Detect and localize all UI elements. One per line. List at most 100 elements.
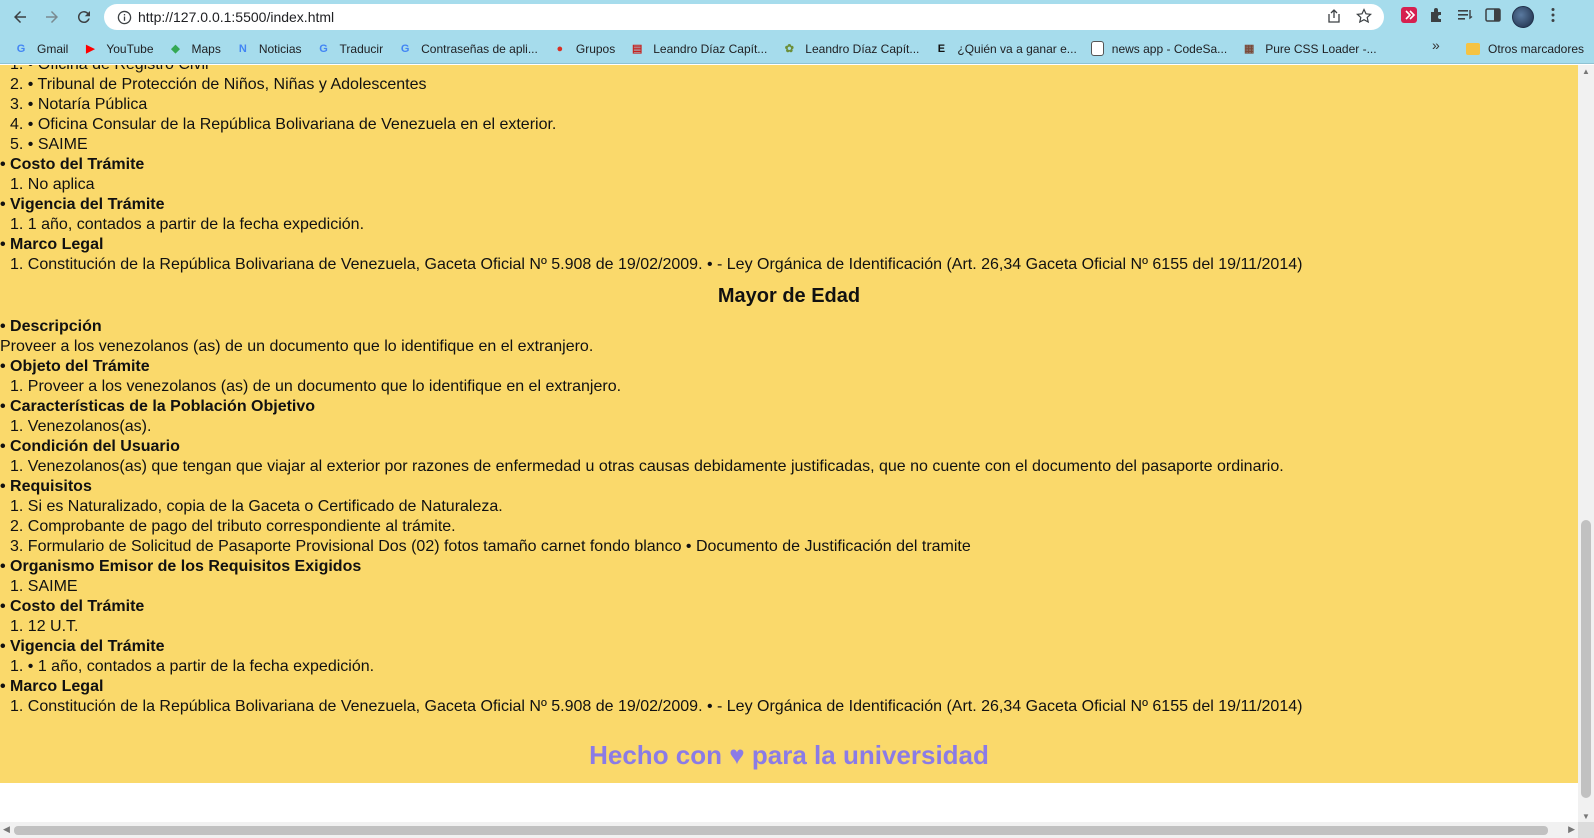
bookmark-label: Contraseñas de apli... [421,41,538,56]
extension-red-icon[interactable] [1400,6,1418,29]
list-item: 1. Constitución de la República Bolivari… [10,698,1303,715]
horizontal-scroll-thumb[interactable] [14,826,1548,835]
bookmark-item[interactable]: ✿ Leandro Díaz Capít... [776,37,924,61]
list-item: 1. Venezolanos(as) que tengan que viajar… [10,458,1284,475]
bookmark-label: YouTube [106,41,154,56]
bookmarks-list: G Gmail ▶ YouTube ◆ Maps N Noticias G Traducir G Co… [0,37,1386,61]
back-button[interactable] [4,1,36,33]
share-icon[interactable] [1326,8,1342,29]
reading-list-icon[interactable] [1456,6,1474,29]
bookmark-item[interactable]: G Contraseñas de apli... [392,37,543,61]
bookmark-item[interactable]: G Gmail [8,37,73,61]
translate-icon: G [319,42,328,55]
scrollbar-corner [1578,822,1594,838]
folder-icon [1466,43,1480,55]
field-heading: • Vigencia del Trámite [0,638,165,655]
reload-icon [77,11,90,24]
book-icon: ▤ [632,43,643,55]
section-title: Mayor de Edad [717,285,861,307]
tramite-block-menor: 1. • Oficina de Registro Civil2. • Tribu… [0,65,1578,275]
browser-menu-icon[interactable] [1544,6,1562,29]
list-item: 3. • Notaría Pública [10,96,148,113]
bookmark-item[interactable]: news app - CodeSa... [1086,37,1232,61]
url-text[interactable]: http://127.0.0.1:5500/index.html [138,9,334,25]
field-heading: • Organismo Emisor de los Requisitos Exi… [0,558,362,575]
bookmark-label: Traducir [339,41,384,56]
reload-button[interactable] [68,1,100,33]
field-heading: • Costo del Trámite [0,156,145,173]
blank-page-icon [1090,41,1104,56]
bookmark-label: news app - CodeSa... [1111,41,1228,56]
bookmark-item[interactable]: N Noticias [230,37,307,61]
bookmark-star-icon[interactable] [1356,8,1372,29]
scroll-up-arrow-icon[interactable]: ▲ [1582,67,1590,76]
bookmark-item[interactable]: E ¿Quién va a ganar e... [928,37,1081,61]
bookmark-label: Maps [191,41,221,56]
field-heading: • Características de la Población Objeti… [0,398,316,415]
field-heading: • Objeto del Trámite [0,358,150,375]
bookmark-item[interactable]: ▶ YouTube [77,37,158,61]
groups-icon: ● [556,42,564,55]
profile-avatar[interactable] [1512,6,1534,28]
side-panel-icon[interactable] [1484,6,1502,29]
news-icon: N [238,42,247,55]
bookmark-item[interactable]: ▦ Pure CSS Loader -... [1236,37,1381,61]
list-item: 4. • Oficina Consular de la República Bo… [10,116,557,133]
e-icon: E [937,42,946,55]
scroll-left-arrow-icon[interactable]: ◀ [3,824,10,835]
scroll-down-arrow-icon[interactable]: ▼ [1582,812,1590,821]
arrow-left-icon [14,11,26,23]
list-item: 1. 12 U.T. [10,618,79,635]
bookmark-item[interactable]: G Traducir [311,37,389,61]
address-bar[interactable]: http://127.0.0.1:5500/index.html [104,4,1384,30]
list-item: 1. 1 año, contados a partir de la fecha … [10,216,365,233]
bookmark-label: Gmail [37,41,69,56]
field-heading: • Marco Legal [0,678,104,695]
extensions-puzzle-icon[interactable] [1428,6,1446,29]
google-g-icon: G [400,42,410,55]
field-heading: • Marco Legal [0,236,104,253]
bookmark-label: Grupos [575,41,616,56]
list-item: 1. Si es Naturalizado, copia de la Gacet… [10,498,503,515]
paragraph: Proveer a los venezolanos (as) de un doc… [0,338,594,355]
bookmark-item[interactable]: ● Grupos [547,37,620,61]
arrow-right-icon [46,11,58,23]
bookmark-label: Pure CSS Loader -... [1265,41,1377,56]
bookmark-item[interactable]: ▤ Leandro Díaz Capít... [624,37,772,61]
tramite-block-mayor: • Descripción Proveer a los venezolanos (… [0,317,1578,717]
field-heading: • Vigencia del Trámite [0,196,165,213]
site-info-icon[interactable] [110,10,138,25]
list-item: 2. Comprobante de pago del tributo corre… [10,518,456,535]
list-item: 5. • SAIME [10,136,88,153]
list-item: 1. Constitución de la República Bolivari… [10,256,1303,273]
browser-toolbar: http://127.0.0.1:5500/index.html [0,0,1594,34]
bookmark-label: Leandro Díaz Capít... [653,41,768,56]
more-bookmarks-button[interactable]: » [1432,37,1440,53]
bookmark-label: ¿Quién va a ganar e... [957,41,1077,56]
vertical-scroll-thumb[interactable] [1581,520,1591,798]
list-item: 2. • Tribunal de Protección de Niños, Ni… [10,76,427,93]
page-footer: Hecho con ♥ para la universidad [0,725,1578,815]
forward-button[interactable] [36,1,68,33]
field-heading: • Costo del Trámite [0,598,145,615]
bookmark-item[interactable]: ◆ Maps [163,37,226,61]
google-g-icon: G [16,42,26,55]
vertical-scrollbar[interactable]: ▲ ▼ [1578,65,1594,823]
field-heading: • Condición del Usuario [0,438,180,455]
list-item: 3. Formulario de Solicitud de Pasaporte … [10,538,971,555]
leaf-icon: ✿ [784,43,794,55]
page-viewport: 1. • Oficina de Registro Civil2. • Tribu… [0,65,1578,823]
content-section: 1. • Oficina de Registro Civil2. • Tribu… [0,65,1578,783]
scroll-right-arrow-icon[interactable]: ▶ [1568,824,1575,835]
list-item: 1. Proveer a los venezolanos (as) de un … [10,378,622,395]
field-heading: • Descripción [0,318,102,335]
list-item: 1. SAIME [10,578,78,595]
footer-text: Hecho con ♥ para la universidad [589,740,989,770]
list-item: 1. • 1 año, contados a partir de la fech… [10,658,375,675]
bookmarks-bar: G Gmail ▶ YouTube ◆ Maps N Noticias G Traducir G Co… [0,34,1594,64]
maps-icon: ◆ [171,43,180,55]
other-bookmarks-folder[interactable]: Otros marcadores [1466,37,1584,61]
bookmark-label: Leandro Díaz Capít... [805,41,920,56]
horizontal-scrollbar[interactable]: ◀ ▶ [0,822,1578,838]
youtube-icon: ▶ [86,43,95,55]
